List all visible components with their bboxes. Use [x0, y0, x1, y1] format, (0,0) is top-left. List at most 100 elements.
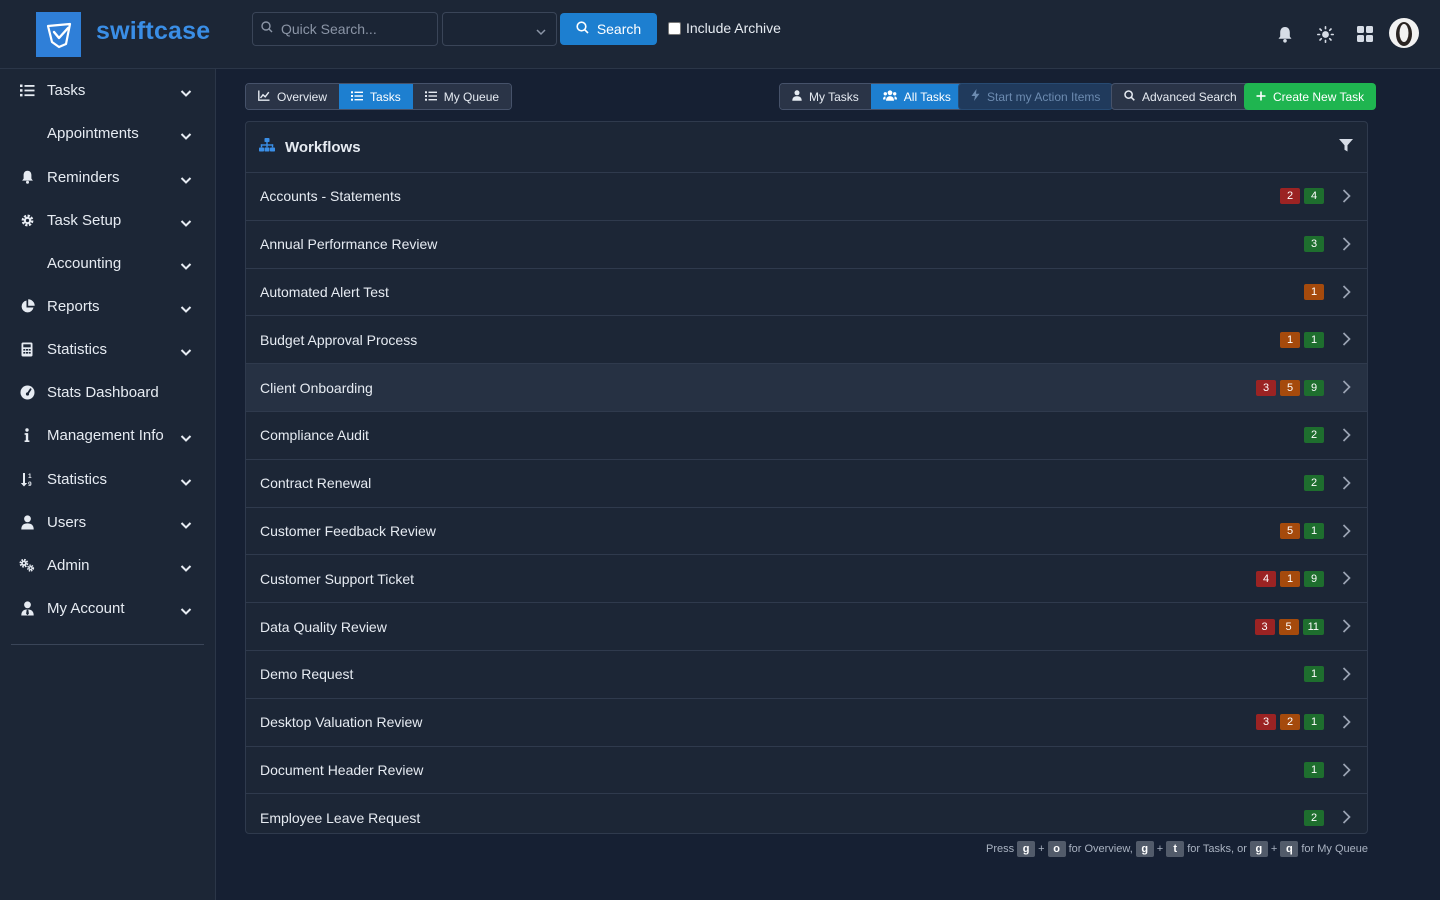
list-icon: [19, 82, 35, 98]
chevron-right-icon[interactable]: [1342, 523, 1351, 543]
workflow-name[interactable]: Data Quality Review: [260, 619, 387, 635]
workflow-row[interactable]: Demo Request 1: [246, 651, 1367, 699]
apps-grid-icon[interactable]: [1355, 24, 1375, 44]
user-tie-icon: [19, 600, 35, 616]
advanced-search-button[interactable]: Advanced Search: [1111, 83, 1250, 110]
chevron-right-icon[interactable]: [1342, 189, 1351, 208]
workflow-row[interactable]: Client Onboarding 3 5 9: [246, 364, 1367, 412]
sidebar-item-accounting[interactable]: Accounting: [0, 243, 215, 283]
sidebar-item-stats-dashboard[interactable]: Stats Dashboard: [0, 372, 215, 412]
sidebar-divider: [11, 644, 204, 645]
workflow-name[interactable]: Compliance Audit: [260, 427, 369, 443]
all-tasks-button[interactable]: All Tasks: [870, 84, 963, 109]
chevron-right-icon[interactable]: [1342, 476, 1351, 495]
sidebar-item-task-setup[interactable]: Task Setup: [0, 200, 215, 240]
chevron-right-icon[interactable]: [1342, 619, 1351, 638]
workflow-row[interactable]: Compliance Audit 2: [246, 412, 1367, 460]
chevron-down-icon: [180, 430, 192, 448]
workflow-row[interactable]: Data Quality Review 3 5 11: [246, 603, 1367, 651]
my-tasks-button[interactable]: My Tasks: [780, 84, 871, 109]
bell-icon[interactable]: [1275, 24, 1295, 44]
hint-text: for My Queue: [1301, 843, 1368, 855]
sidebar-item-admin[interactable]: Admin: [0, 545, 215, 585]
chevron-right-icon[interactable]: [1342, 667, 1351, 686]
workflow-name[interactable]: Budget Approval Process: [260, 332, 417, 348]
workflow-row[interactable]: Contract Renewal 2: [246, 460, 1367, 508]
chevron-right-icon[interactable]: [1342, 332, 1351, 351]
sidebar-item-label: Appointments: [47, 124, 139, 142]
start-action-items-button[interactable]: Start my Action Items: [958, 83, 1114, 110]
sidebar-item-label: Stats Dashboard: [47, 383, 159, 401]
search-button[interactable]: Search: [560, 13, 657, 45]
info-icon: [19, 427, 35, 443]
sidebar-item-statistics[interactable]: Statistics: [0, 329, 215, 369]
workflow-name[interactable]: Document Header Review: [260, 762, 423, 778]
workflow-row[interactable]: Employee Leave Request 2: [246, 794, 1367, 833]
sidebar-item-appointments[interactable]: Appointments: [0, 113, 215, 153]
workflow-badges: 1: [1304, 761, 1324, 778]
workflow-name[interactable]: Desktop Valuation Review: [260, 714, 422, 730]
quick-search-input[interactable]: [281, 21, 431, 37]
workflow-row[interactable]: Customer Feedback Review 5 1: [246, 508, 1367, 556]
workflow-row[interactable]: Desktop Valuation Review 3 2 1: [246, 699, 1367, 747]
workflow-name[interactable]: Annual Performance Review: [260, 236, 437, 252]
workflow-name[interactable]: Client Onboarding: [260, 380, 373, 396]
tab-tasks-label: Tasks: [370, 89, 401, 104]
search-button-label: Search: [596, 21, 642, 37]
chevron-right-icon[interactable]: [1342, 571, 1351, 590]
chevron-right-icon[interactable]: [1342, 284, 1351, 304]
workflow-name[interactable]: Automated Alert Test: [260, 284, 389, 300]
tab-my-queue[interactable]: My Queue: [412, 84, 512, 109]
count-badge-orange: 5: [1278, 618, 1299, 635]
sidebar-item-statistics-2[interactable]: 19 Statistics: [0, 459, 215, 499]
count-badge-red: 3: [1256, 714, 1276, 731]
chevron-right-icon[interactable]: [1342, 380, 1351, 399]
workflow-name[interactable]: Accounts - Statements: [260, 188, 401, 204]
sidebar-item-reports[interactable]: Reports: [0, 286, 215, 326]
hint-text: Press: [986, 843, 1015, 855]
create-new-task-button[interactable]: Create New Task: [1244, 83, 1377, 110]
count-badge-orange: 1: [1280, 570, 1300, 587]
workflow-row[interactable]: Budget Approval Process 1 1: [246, 316, 1367, 365]
svg-text:1: 1: [28, 473, 32, 480]
count-badge-green: 11: [1302, 618, 1324, 635]
chevron-right-icon[interactable]: [1342, 762, 1351, 782]
chevron-right-icon[interactable]: [1342, 810, 1351, 829]
key-q: q: [1280, 841, 1299, 857]
tab-tasks[interactable]: Tasks: [339, 84, 413, 109]
count-badge-green: 1: [1304, 761, 1324, 778]
workflow-row[interactable]: Accounts - Statements 2 4: [246, 173, 1367, 221]
workflow-row[interactable]: Document Header Review 1: [246, 747, 1367, 795]
count-badge-orange: 5: [1280, 379, 1300, 396]
workflow-name[interactable]: Customer Feedback Review: [260, 523, 436, 539]
workflow-name[interactable]: Employee Leave Request: [260, 810, 420, 826]
sidebar-item-label: Reminders: [47, 168, 120, 186]
logo-icon[interactable]: [36, 12, 81, 57]
user-avatar[interactable]: [1389, 18, 1419, 48]
chevron-right-icon[interactable]: [1342, 237, 1351, 256]
tab-overview[interactable]: Overview: [246, 84, 340, 109]
include-archive-checkbox[interactable]: [668, 21, 681, 35]
chevron-right-icon[interactable]: [1342, 715, 1351, 734]
workflow-row[interactable]: Annual Performance Review 3: [246, 221, 1367, 269]
user-icon: [19, 514, 35, 530]
quick-search-input-wrapper[interactable]: [252, 12, 438, 46]
sidebar-item-users[interactable]: Users: [0, 502, 215, 542]
workflow-name[interactable]: Customer Support Ticket: [260, 571, 414, 587]
sidebar-item-reminders[interactable]: Reminders: [0, 157, 215, 197]
workflow-name[interactable]: Demo Request: [260, 666, 353, 682]
include-archive-toggle[interactable]: Include Archive: [668, 20, 781, 36]
brand-name[interactable]: swiftcase: [96, 17, 210, 46]
search-scope-select[interactable]: [442, 12, 557, 46]
workflow-name[interactable]: Contract Renewal: [260, 475, 371, 491]
workflow-row[interactable]: Automated Alert Test 1: [246, 269, 1367, 317]
sidebar-item-label: My Account: [47, 599, 125, 617]
workflow-row[interactable]: Customer Support Ticket 4 1 9: [246, 555, 1367, 604]
sidebar-item-tasks[interactable]: Tasks: [0, 70, 215, 110]
filter-icon[interactable]: [1339, 139, 1353, 157]
chevron-right-icon[interactable]: [1342, 428, 1351, 447]
sidebar-item-my-account[interactable]: My Account: [0, 588, 215, 628]
sun-icon[interactable]: [1315, 24, 1335, 44]
chevron-down-icon: [180, 85, 192, 103]
sidebar-item-management-info[interactable]: Management Info: [0, 415, 215, 455]
